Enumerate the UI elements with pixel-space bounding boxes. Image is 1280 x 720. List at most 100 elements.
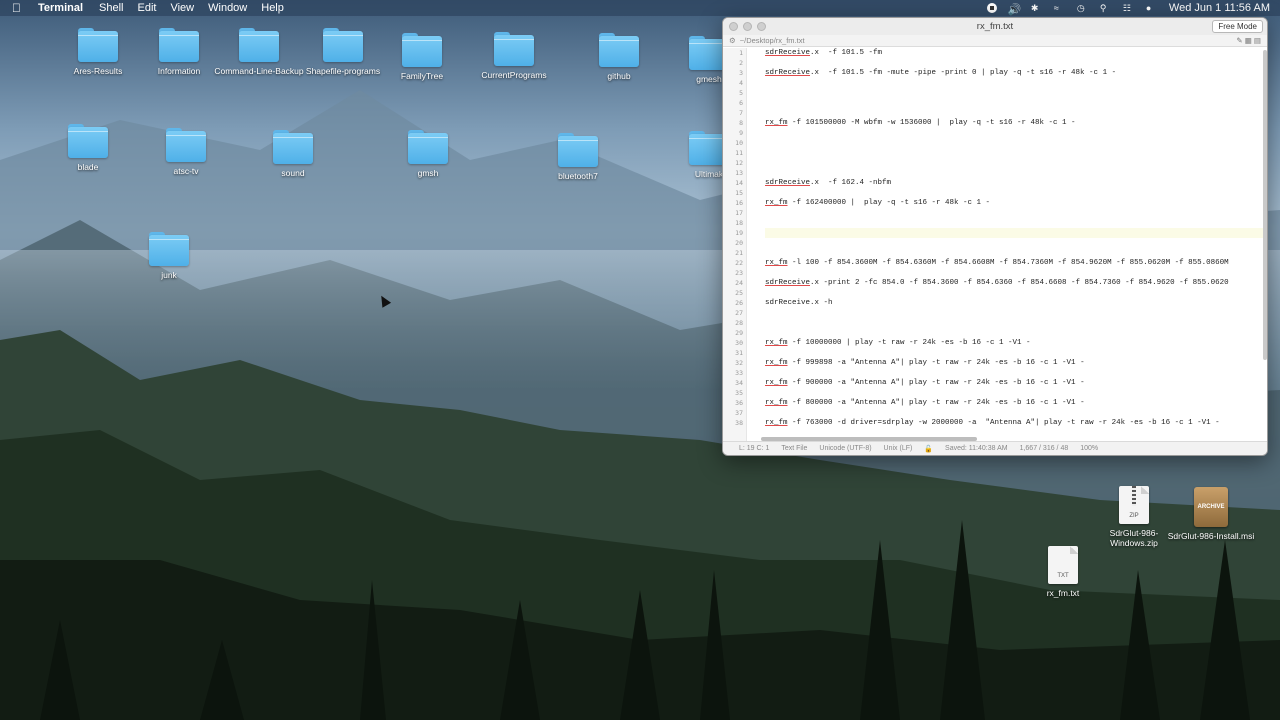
encoding[interactable]: Unicode (UTF-8) xyxy=(819,445,871,452)
minimize-button[interactable] xyxy=(743,22,752,31)
folder-information[interactable]: Information xyxy=(134,28,224,76)
folder-junk[interactable]: junk xyxy=(124,232,214,280)
menu-help[interactable]: Help xyxy=(261,2,284,14)
code-text[interactable]: sdrReceive.x -f 101.5 -fm sdrReceive.x -f… xyxy=(765,48,1265,442)
gear-icon[interactable]: ⚙ xyxy=(729,36,736,45)
document-counts: 1,667 / 316 / 48 xyxy=(1019,445,1069,452)
code-line[interactable] xyxy=(765,98,1265,108)
menu-window[interactable]: Window xyxy=(208,2,247,14)
code-line[interactable]: sdrReceive.x -f 162.4 -nbfm xyxy=(765,178,1265,188)
folder-currentprograms[interactable]: CurrentPrograms xyxy=(469,32,559,80)
cursor-position[interactable]: L: 19 C: 1 xyxy=(739,445,769,452)
screen-record-icon[interactable] xyxy=(986,3,997,13)
time-machine-icon[interactable]: ◷ xyxy=(1077,3,1089,13)
code-line[interactable] xyxy=(765,138,1265,148)
code-line[interactable] xyxy=(765,208,1265,218)
code-line[interactable] xyxy=(765,228,1265,238)
code-line[interactable] xyxy=(765,408,1265,418)
code-line[interactable] xyxy=(765,248,1265,258)
control-center-icon[interactable]: ☷ xyxy=(1123,3,1135,13)
code-line[interactable] xyxy=(765,328,1265,338)
siri-icon[interactable]: ● xyxy=(1146,3,1158,13)
code-line[interactable]: sdrReceive.x -h xyxy=(765,298,1265,308)
wifi-icon[interactable]: ≈ xyxy=(1054,3,1066,13)
line-number: 18 xyxy=(735,219,743,227)
apple-menu-icon[interactable]:  xyxy=(12,1,28,15)
code-line[interactable] xyxy=(765,348,1265,358)
line-number: 14 xyxy=(735,179,743,187)
toolbar-icons[interactable]: ✎ ▦ ▤ xyxy=(1236,36,1261,45)
code-line[interactable] xyxy=(765,58,1265,68)
code-line[interactable]: rx_fm -f 800000 -a "Antenna A"| play -t … xyxy=(765,398,1265,408)
status-bar: L: 19 C: 1 Text File Unicode (UTF-8) Uni… xyxy=(723,441,1267,455)
code-line[interactable]: rx_fm -f 763000 -d driver=sdrplay -w 200… xyxy=(765,418,1265,428)
code-line[interactable]: rx_fm -f 999898 -a "Antenna A"| play -t … xyxy=(765,358,1265,368)
file-rx-fm-txt[interactable]: TXT rx_fm.txt xyxy=(1018,546,1108,598)
folder-blade[interactable]: blade xyxy=(43,124,133,172)
code-line[interactable] xyxy=(765,88,1265,98)
zoom-button[interactable] xyxy=(757,22,766,31)
code-line[interactable]: rx_fm -f 101500000 -M wbfm -w 1536000 | … xyxy=(765,118,1265,128)
folder-command-line-backup[interactable]: Command-Line-Backup xyxy=(214,28,304,76)
file-path[interactable]: ~/Desktop/rx_fm.txt xyxy=(740,36,805,45)
code-line[interactable] xyxy=(765,388,1265,398)
line-number: 36 xyxy=(735,399,743,407)
folder-bluetooth7[interactable]: bluetooth7 xyxy=(533,133,623,181)
folder-label: Command-Line-Backup xyxy=(214,66,304,76)
menu-app-name[interactable]: Terminal xyxy=(38,2,83,14)
folder-sound[interactable]: sound xyxy=(248,130,338,178)
search-icon[interactable]: ⚲ xyxy=(1100,3,1112,13)
file-sdrglut-install-msi[interactable]: ARCHIVE SdrGlut-986-Install.msi xyxy=(1166,487,1256,541)
code-line[interactable] xyxy=(765,188,1265,198)
code-line[interactable] xyxy=(765,288,1265,298)
line-number: 26 xyxy=(735,299,743,307)
code-line[interactable] xyxy=(765,318,1265,328)
line-endings[interactable]: Unix (LF) xyxy=(884,445,913,452)
folder-icon xyxy=(494,32,534,66)
code-line[interactable] xyxy=(765,238,1265,248)
code-line[interactable]: sdrReceive.x -print 2 -fc 854.0 -f 854.3… xyxy=(765,278,1265,288)
volume-icon[interactable]: 🔊 xyxy=(1008,3,1022,16)
folder-shapefile-programs[interactable]: Shapefile-programs xyxy=(298,28,388,76)
close-button[interactable] xyxy=(729,22,738,31)
line-number: 29 xyxy=(735,329,743,337)
code-line[interactable]: rx_fm -f 162400000 | play -q -t s16 -r 4… xyxy=(765,198,1265,208)
menu-shell[interactable]: Shell xyxy=(99,2,123,14)
folder-github[interactable]: github xyxy=(574,33,664,81)
code-line[interactable]: sdrReceive.x -f 101.5 -fm -mute -pipe -p… xyxy=(765,68,1265,78)
code-line[interactable] xyxy=(765,128,1265,138)
lock-icon[interactable]: 🔓 xyxy=(924,445,933,453)
folder-gmsh[interactable]: gmsh xyxy=(383,130,473,178)
zoom-level[interactable]: 100% xyxy=(1080,445,1098,452)
folder-atsc-tv[interactable]: atsc-tv xyxy=(141,128,231,176)
menu-clock[interactable]: Wed Jun 1 11:56 AM xyxy=(1169,2,1270,14)
code-line[interactable] xyxy=(765,148,1265,158)
code-line[interactable]: rx_fm -f 10000000 | play -t raw -r 24k -… xyxy=(765,338,1265,348)
line-number: 11 xyxy=(735,149,743,157)
editor-area[interactable]: 1 2 3 4 5 6 7 8 9 10 11 12 13 14 15 16 17 18 19 20 21 22 23 24 2… xyxy=(723,48,1267,442)
code-line[interactable]: rx_fm -l 100 -f 854.3600M -f 854.6360M -… xyxy=(765,258,1265,268)
line-number: 6 xyxy=(739,99,743,107)
line-number: 38 xyxy=(735,419,743,427)
code-line[interactable] xyxy=(765,308,1265,318)
code-line[interactable]: rx_fm -f 900000 -a "Antenna A"| play -t … xyxy=(765,378,1265,388)
file-type[interactable]: Text File xyxy=(781,445,807,452)
menu-view[interactable]: View xyxy=(170,2,194,14)
vertical-scrollbar[interactable] xyxy=(1263,50,1267,360)
window-titlebar[interactable]: rx_fm.txt Free Mode xyxy=(723,18,1267,35)
bluetooth-icon[interactable]: ✱ xyxy=(1031,3,1043,13)
code-line[interactable] xyxy=(765,218,1265,228)
code-line[interactable] xyxy=(765,78,1265,88)
folder-ares-results[interactable]: Ares-Results xyxy=(53,28,143,76)
line-number: 15 xyxy=(735,189,743,197)
code-line[interactable] xyxy=(765,108,1265,118)
free-mode-button[interactable]: Free Mode xyxy=(1212,20,1263,33)
code-line[interactable] xyxy=(765,268,1265,278)
code-line[interactable] xyxy=(765,158,1265,168)
menu-edit[interactable]: Edit xyxy=(138,2,157,14)
folder-familytree[interactable]: FamilyTree xyxy=(377,33,467,81)
code-line[interactable] xyxy=(765,168,1265,178)
code-line[interactable]: sdrReceive.x -f 101.5 -fm xyxy=(765,48,1265,58)
folder-label: CurrentPrograms xyxy=(481,70,547,80)
code-line[interactable] xyxy=(765,368,1265,378)
